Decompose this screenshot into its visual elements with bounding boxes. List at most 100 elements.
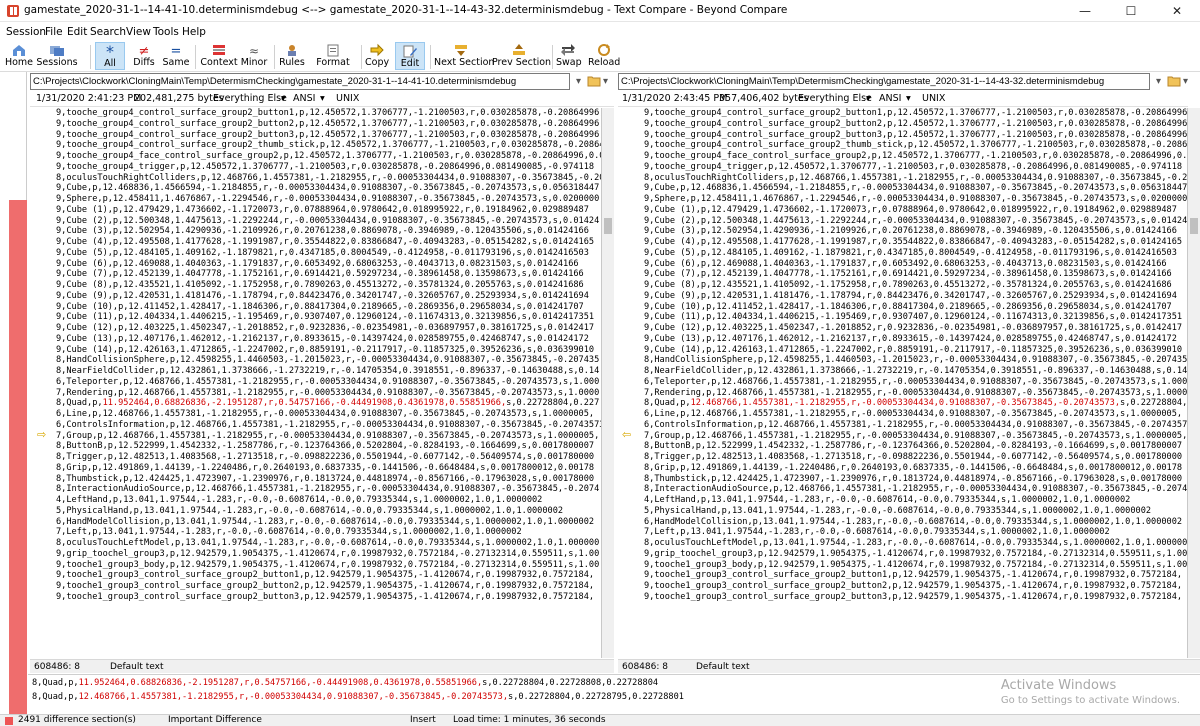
- chevron-down-icon: ▾: [866, 93, 871, 104]
- left-encoding-select[interactable]: ANSI: [293, 91, 315, 107]
- text-line: 9,Sphere,p,12.458411,1.4676867,-1.229454…: [644, 194, 1188, 204]
- text-line: 8,oculusTouchRightColliders,p,12.468766,…: [644, 172, 1188, 183]
- text-line: 9,tooche1_group3_body,p,12.942579,1.9054…: [56, 559, 600, 570]
- toolbar: Home Sessions * All ≠ Diffs = Same Conte…: [0, 42, 1200, 72]
- left-path-input[interactable]: [30, 73, 570, 90]
- left-pane-status: 608486: 8 Default text: [30, 659, 614, 673]
- diffs-button[interactable]: ≠ Diffs: [128, 42, 160, 70]
- text-line: 9,tooche_group4_trigger,p,12.450572,1.37…: [644, 161, 1183, 172]
- overview-thumbnail-gutter[interactable]: [0, 72, 27, 726]
- text-line: 9,tooche_group4_control_surface_group2_t…: [644, 140, 1188, 151]
- text-line: 8,InteractionAudioSource,p,12.468766,1.4…: [644, 484, 1188, 495]
- toolbar-separator: [90, 45, 91, 69]
- text-line: 9,Cube (12),p,12.403225,1.4502347,-1.201…: [644, 323, 1183, 333]
- minimize-button[interactable]: —: [1062, 0, 1108, 22]
- reload-icon: [598, 44, 610, 56]
- right-path-dropdown[interactable]: ▾: [1156, 74, 1161, 89]
- text-line: 9,Cube (4),p,12.495508,1.4177628,-1.1991…: [644, 237, 1183, 247]
- left-info-row: 1/31/2020 2:41:23 PM 202,481,275 bytes E…: [30, 91, 614, 107]
- left-browse-folder-icon[interactable]: [587, 75, 601, 87]
- menu-bar: Session File Edit Search View Tools Help: [0, 24, 1200, 42]
- text-line: 9,Cube (14),p,12.426163,1.4712865,-1.224…: [56, 344, 595, 355]
- context-button[interactable]: Context: [200, 42, 238, 70]
- left-vertical-scrollbar[interactable]: [602, 108, 614, 658]
- svg-text:≠: ≠: [139, 44, 150, 57]
- menu-edit[interactable]: Edit: [67, 26, 87, 38]
- minor-button[interactable]: ≈ Minor: [240, 42, 268, 70]
- menu-session[interactable]: Session: [6, 26, 46, 38]
- left-format-select[interactable]: Everything Else: [213, 91, 287, 107]
- text-line: 7,Group,p,12.468766,1.4557381,-1.2182955…: [644, 430, 1188, 441]
- sessions-button[interactable]: Sessions: [36, 42, 78, 70]
- text-line: 8,ButtonB,p,12.522999,1.4542332,-1.25877…: [644, 441, 1183, 452]
- text-line: 9,tooche_group4_control_surface_group2_b…: [644, 129, 1188, 140]
- window-title: gamestate_2020-31-1--14-41-10.determinis…: [24, 4, 788, 16]
- swap-icon: [561, 44, 575, 56]
- right-current-diff-arrow-icon: ⇦: [622, 428, 632, 441]
- sessions-icon: [50, 46, 64, 56]
- text-line: 6,Line,p,12.468766,1.4557381,-1.2182955,…: [56, 409, 595, 419]
- right-file-date: 1/31/2020 2:43:45 PM: [622, 93, 728, 104]
- text-line: 9,Cube (2),p,12.500348,1.4475613,-1.2292…: [56, 215, 600, 226]
- right-folder-dropdown[interactable]: ▾: [1183, 74, 1188, 89]
- text-line: 7,Left,p,13.041,1.97544,-1.283,r,-0.0,-0…: [56, 527, 522, 538]
- text-line: 9,Cube (12),p,12.403225,1.4502347,-1.201…: [56, 323, 595, 333]
- same-button[interactable]: = Same: [162, 42, 190, 70]
- prev-section-button[interactable]: Prev Section: [492, 42, 551, 70]
- close-button[interactable]: ✕: [1154, 0, 1200, 22]
- text-line: 6,ControlsInformation,p,12.468766,1.4557…: [56, 419, 602, 430]
- all-button[interactable]: * All: [95, 42, 125, 70]
- right-browse-folder-icon[interactable]: [1167, 75, 1181, 87]
- left-text-pane[interactable]: ⇨ 9,tooche_group4_control_surface_group2…: [30, 108, 602, 658]
- difference-icon: [5, 717, 13, 725]
- chevron-down-icon: ▾: [320, 93, 325, 104]
- reload-button[interactable]: Reload: [588, 42, 620, 70]
- maximize-button[interactable]: ☐: [1108, 0, 1154, 22]
- text-line: 9,Cube (10),p,12.411452,1.428417,-1.1846…: [644, 301, 1172, 312]
- right-vertical-scrollbar[interactable]: [1188, 108, 1200, 658]
- text-line: 6,HandModelCollision,p,13.041,1.97544,-1…: [56, 516, 595, 527]
- text-line: 8,Thumbstick,p,12.424425,1.4723907,-1.23…: [644, 473, 1183, 484]
- right-path-input[interactable]: [618, 73, 1150, 90]
- text-line: 9,tooche1_group3_control_surface_group2_…: [56, 570, 595, 581]
- text-line: 9,tooche_group4_control_surface_group2_b…: [56, 118, 601, 129]
- left-path-row: ▾ ▾: [30, 72, 614, 91]
- menu-help[interactable]: Help: [182, 26, 206, 38]
- copy-button[interactable]: Copy: [365, 42, 389, 70]
- text-line: 9,Cube (7),p,12.452139,1.4047778,-1.1752…: [644, 269, 1172, 280]
- menu-search[interactable]: Search: [90, 26, 126, 38]
- swap-button[interactable]: Swap: [556, 42, 582, 70]
- text-line: 4,LeftHand,p,13.041,1.97544,-1.283,r,-0.…: [644, 495, 1131, 505]
- edit-button[interactable]: Edit: [395, 42, 425, 70]
- text-line: 6,Teleporter,p,12.468766,1.4557381,-1.21…: [56, 376, 600, 387]
- text-line: 5,PhysicalHand,p,13.041,1.97544,-1.283,r…: [56, 505, 564, 516]
- text-line: 9,tooche_group4_trigger,p,12.450572,1.37…: [56, 161, 595, 172]
- right-lineend-select[interactable]: UNIX: [922, 91, 945, 107]
- home-button[interactable]: Home: [4, 42, 34, 70]
- menu-view[interactable]: View: [126, 26, 151, 38]
- left-filter-label: Default text: [110, 662, 164, 672]
- left-lineend-select[interactable]: UNIX: [336, 91, 359, 107]
- next-section-button[interactable]: Next Section: [434, 42, 494, 70]
- menu-tools[interactable]: Tools: [153, 26, 179, 38]
- text-line: 9,Cube (11),p,12.404334,1.4406215,-1.195…: [56, 312, 595, 323]
- menu-file[interactable]: File: [45, 26, 63, 38]
- text-line: 9,tooche1_group3_control_surface_group2_…: [56, 591, 595, 602]
- format-button[interactable]: Format: [310, 42, 356, 70]
- text-line: 9,tooche_group4_face_control_surface_gro…: [56, 151, 602, 161]
- minor-icon: ≈: [249, 44, 259, 57]
- right-format-select[interactable]: Everything Else: [798, 91, 872, 107]
- line-detail-pane[interactable]: 8,Quad,p,11.952464,0.68826836,-2.1951287…: [28, 674, 1200, 712]
- next-section-icon: [455, 45, 467, 56]
- left-path-dropdown[interactable]: ▾: [576, 74, 581, 89]
- difference-line: 8,Quad,p,12.468766,1.4557381,-1.2182955,…: [644, 398, 1188, 409]
- left-folder-dropdown[interactable]: ▾: [603, 74, 608, 89]
- text-line: 5,PhysicalHand,p,13.041,1.97544,-1.283,r…: [644, 505, 1152, 516]
- title-bar: gamestate_2020-31-1--14-41-10.determinis…: [0, 0, 1200, 22]
- rules-button[interactable]: Rules: [279, 42, 305, 70]
- text-line: 9,Cube (13),p,12.407176,1.462012,-1.2162…: [644, 333, 1177, 344]
- right-encoding-select[interactable]: ANSI: [879, 91, 901, 107]
- text-line: 8,oculusTouchLeftModel,p,13.041,1.97544,…: [56, 538, 600, 548]
- right-text-pane[interactable]: ⇦ 9,tooche_group4_control_surface_group2…: [618, 108, 1188, 658]
- text-line: 6,ControlsInformation,p,12.468766,1.4557…: [644, 419, 1188, 430]
